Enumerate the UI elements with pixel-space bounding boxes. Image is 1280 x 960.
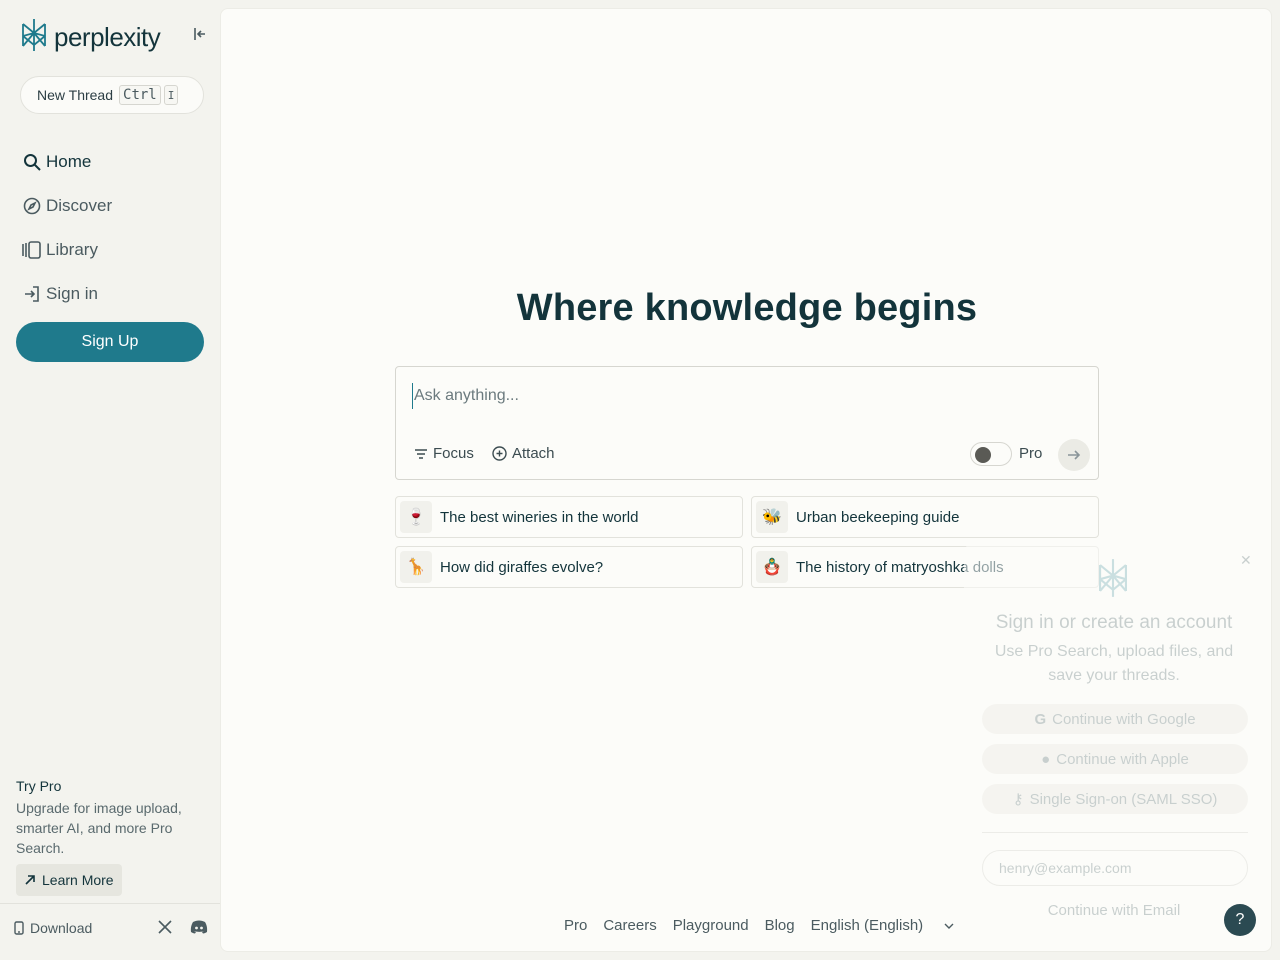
download-link[interactable]: Download — [14, 920, 92, 936]
sidebar-item-label: Library — [46, 240, 98, 259]
discord-icon[interactable] — [190, 920, 208, 939]
language-selector[interactable]: English (English) — [811, 917, 971, 934]
apple-label: Continue with Apple — [1056, 750, 1189, 768]
suggestion-label: Urban beekeeping guide — [796, 508, 960, 526]
plus-circle-icon — [492, 446, 507, 461]
popup-title: Sign in or create an account — [995, 612, 1233, 633]
sidebar-item-sign-in[interactable]: Sign in — [22, 272, 112, 316]
ask-input[interactable] — [412, 383, 1072, 409]
collapse-sidebar-button[interactable] — [190, 26, 210, 46]
help-button[interactable]: ? — [1224, 904, 1256, 936]
key-icon: ⚷ — [1012, 791, 1024, 808]
focus-button[interactable]: Focus — [414, 445, 474, 462]
sign-in-popup: ✕ Sign in or create an account Use Pro S… — [964, 544, 1264, 942]
toggle-knob — [975, 447, 991, 463]
library-icon — [22, 240, 42, 260]
footer-link-blog[interactable]: Blog — [765, 917, 795, 934]
phone-icon — [14, 921, 24, 935]
pro-toggle[interactable] — [970, 442, 1012, 466]
arrow-right-icon — [1067, 449, 1081, 461]
sidebar-item-library[interactable]: Library — [22, 228, 112, 272]
sidebar-item-label: Sign in — [46, 284, 98, 303]
pro-label: Pro — [1019, 445, 1043, 462]
perplexity-logo-icon — [20, 18, 48, 57]
suggestion-card[interactable]: 🦒 How did giraffes evolve? — [395, 546, 743, 588]
new-thread-label: New Thread — [37, 87, 114, 103]
wine-icon: 🍷 — [400, 501, 432, 533]
sso-label: Single Sign-on (SAML SSO) — [1029, 790, 1218, 808]
divider — [982, 832, 1248, 833]
suggestion-card[interactable]: 🐝 Urban beekeeping guide — [751, 496, 1099, 538]
search-icon — [22, 152, 42, 172]
footer-link-playground[interactable]: Playground — [673, 917, 749, 934]
bee-icon: 🐝 — [756, 501, 788, 533]
focus-label: Focus — [433, 445, 474, 462]
sidebar-item-home[interactable]: Home — [22, 140, 112, 184]
continue-email-button[interactable]: Continue with Email — [964, 902, 1264, 919]
learn-more-button[interactable]: Learn More — [16, 864, 122, 896]
chevron-down-icon — [944, 923, 954, 929]
google-label: Continue with Google — [1052, 710, 1196, 728]
collapse-icon — [193, 27, 207, 46]
suggestion-card[interactable]: 🍷 The best wineries in the world — [395, 496, 743, 538]
suggestion-label: How did giraffes evolve? — [440, 558, 604, 576]
learn-more-label: Learn More — [42, 872, 114, 888]
filter-icon — [414, 448, 428, 460]
apple-icon: ● — [1041, 750, 1051, 768]
sidebar-item-label: Discover — [46, 196, 113, 215]
sidebar-nav: Home Discover Library Sign in — [22, 140, 112, 316]
shortcut-ctrl: Ctrl — [119, 85, 161, 105]
sign-up-button[interactable]: Sign Up — [16, 322, 204, 362]
perplexity-logo-icon — [1096, 558, 1130, 603]
try-pro-panel: Try Pro Upgrade for image upload, smarte… — [16, 778, 206, 896]
giraffe-icon: 🦒 — [400, 551, 432, 583]
new-thread-button[interactable]: New Thread Ctrl I — [20, 76, 204, 114]
logo[interactable]: perplexity — [20, 18, 161, 57]
suggestion-label: The best wineries in the world — [440, 508, 639, 526]
arrow-up-right-icon — [24, 874, 36, 886]
x-twitter-icon[interactable] — [158, 920, 172, 939]
download-label: Download — [30, 920, 93, 936]
language-label: English (English) — [810, 917, 924, 934]
submit-button[interactable] — [1058, 439, 1090, 471]
footer-link-pro[interactable]: Pro — [564, 917, 587, 934]
continue-google-button[interactable]: G Continue with Google — [982, 704, 1248, 734]
close-icon[interactable]: ✕ — [1240, 552, 1252, 569]
attach-label: Attach — [512, 445, 555, 462]
brand-name: perplexity — [54, 22, 161, 52]
ask-box: Focus Attach Pro — [395, 366, 1099, 480]
attach-button[interactable]: Attach — [492, 445, 555, 462]
email-field[interactable]: henry@example.com — [982, 850, 1248, 886]
sidebar-item-label: Home — [46, 152, 92, 171]
continue-apple-button[interactable]: ● Continue with Apple — [982, 744, 1248, 774]
footer-links: Pro Careers Playground Blog English (Eng… — [564, 917, 986, 934]
nesting-doll-icon: 🪆 — [756, 551, 788, 583]
shortcut-i: I — [163, 85, 179, 105]
try-pro-description: Upgrade for image upload, smarter AI, an… — [16, 800, 182, 856]
sidebar-item-discover[interactable]: Discover — [22, 184, 112, 228]
popup-description: Use Pro Search, upload files, and save y… — [994, 643, 1234, 684]
try-pro-title: Try Pro — [16, 778, 62, 794]
sidebar: perplexity New Thread Ctrl I Home Discov… — [0, 0, 220, 960]
page-title: Where knowledge begins — [516, 287, 978, 329]
sidebar-footer: Download — [0, 903, 220, 960]
compass-icon — [22, 196, 42, 216]
sso-button[interactable]: ⚷ Single Sign-on (SAML SSO) — [982, 784, 1248, 814]
google-icon: G — [1034, 710, 1047, 728]
sign-in-icon — [22, 284, 42, 304]
footer-link-careers[interactable]: Careers — [603, 917, 656, 934]
